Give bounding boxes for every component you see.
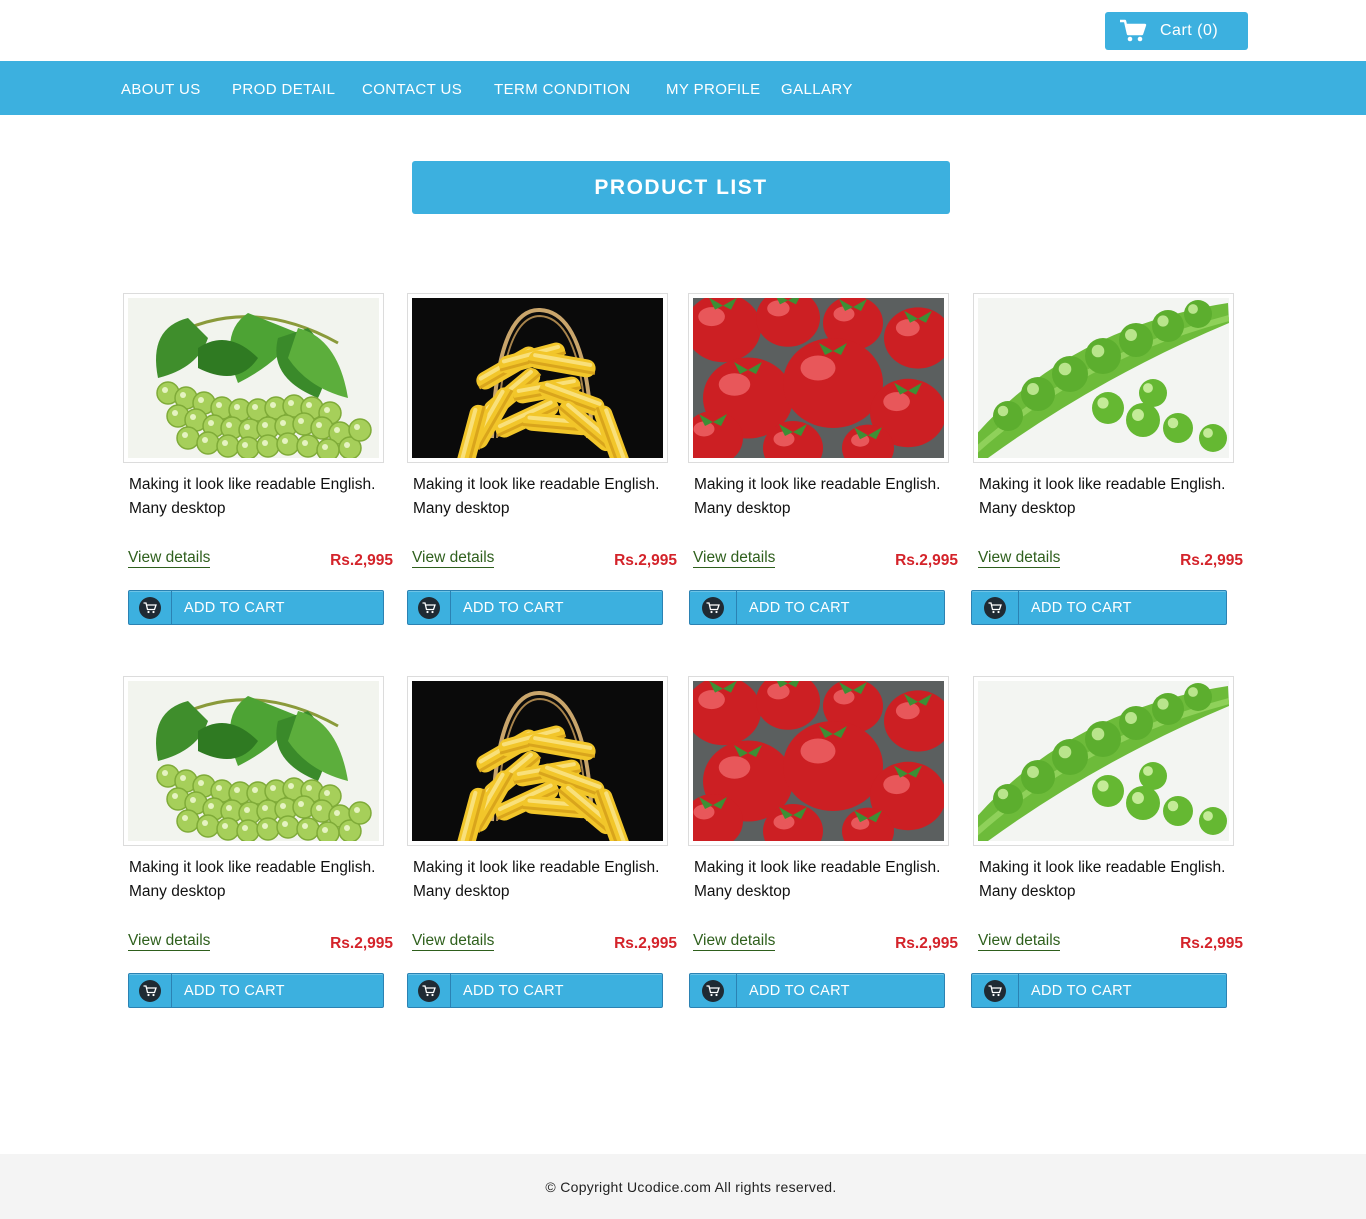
- product-price: Rs.2,995: [895, 935, 958, 952]
- cart-icon-box: [690, 974, 737, 1007]
- product-image-strawberries[interactable]: [693, 298, 944, 458]
- product-price: Rs.2,995: [330, 552, 393, 569]
- add-to-cart-button[interactable]: ADD TO CART: [971, 590, 1227, 625]
- product-description: Making it look like readable English. Ma…: [979, 859, 1226, 900]
- product-image-grapes[interactable]: [128, 298, 379, 458]
- product-description: Making it look like readable English. Ma…: [979, 476, 1226, 517]
- add-to-cart-button[interactable]: ADD TO CART: [128, 973, 384, 1008]
- product-image-frame[interactable]: [123, 293, 384, 463]
- add-to-cart-button[interactable]: ADD TO CART: [407, 973, 663, 1008]
- view-details-link[interactable]: View details: [412, 549, 495, 568]
- cart-icon: [418, 979, 440, 1002]
- product-image-frame[interactable]: [407, 676, 668, 846]
- product-image-peas[interactable]: [978, 298, 1229, 458]
- add-to-cart-label: ADD TO CART: [184, 599, 285, 616]
- product-image-frame[interactable]: [123, 676, 384, 846]
- product-image-frame[interactable]: [407, 293, 668, 463]
- add-to-cart-label: ADD TO CART: [1031, 982, 1132, 999]
- top-bar: Cart (0): [0, 0, 1366, 61]
- product-image-frame[interactable]: [688, 293, 949, 463]
- product-card: Making it look like readable English. Ma…: [971, 676, 1243, 1016]
- product-card: Making it look like readable English. Ma…: [407, 676, 677, 1016]
- product-image-frame[interactable]: [973, 676, 1234, 846]
- product-price: Rs.2,995: [1180, 935, 1243, 952]
- add-to-cart-label: ADD TO CART: [749, 982, 850, 999]
- product-card: Making it look like readable English. Ma…: [971, 293, 1243, 633]
- cart-icon-box: [129, 591, 172, 624]
- product-image-corn[interactable]: [412, 681, 663, 841]
- add-to-cart-label: ADD TO CART: [184, 982, 285, 999]
- product-price: Rs.2,995: [614, 552, 677, 569]
- product-description: Making it look like readable English. Ma…: [694, 476, 941, 517]
- cart-icon: [139, 596, 161, 619]
- add-to-cart-label: ADD TO CART: [463, 599, 564, 616]
- nav-item-prod-detail[interactable]: PROD DETAIL: [232, 81, 335, 98]
- product-image-grapes[interactable]: [128, 681, 379, 841]
- add-to-cart-button[interactable]: ADD TO CART: [689, 973, 945, 1008]
- product-price: Rs.2,995: [1180, 552, 1243, 569]
- cart-icon-box: [972, 974, 1019, 1007]
- add-to-cart-button[interactable]: ADD TO CART: [689, 590, 945, 625]
- product-description: Making it look like readable English. Ma…: [129, 476, 376, 517]
- shopping-cart-icon: [1120, 19, 1147, 42]
- product-image-strawberries[interactable]: [693, 681, 944, 841]
- view-details-link[interactable]: View details: [978, 932, 1061, 951]
- nav-item-my-profile[interactable]: MY PROFILE: [666, 81, 761, 98]
- cart-icon-box: [129, 974, 172, 1007]
- cart-icon: [418, 596, 440, 619]
- product-image-peas[interactable]: [978, 681, 1229, 841]
- product-price: Rs.2,995: [895, 552, 958, 569]
- product-description: Making it look like readable English. Ma…: [129, 859, 376, 900]
- view-details-link[interactable]: View details: [128, 932, 211, 951]
- product-card: Making it look like readable English. Ma…: [688, 293, 958, 633]
- cart-icon: [702, 596, 724, 619]
- nav-item-gallary[interactable]: GALLARY: [781, 81, 853, 98]
- product-price: Rs.2,995: [614, 935, 677, 952]
- product-image-corn[interactable]: [412, 298, 663, 458]
- cart-icon: [702, 979, 724, 1002]
- product-card: Making it look like readable English. Ma…: [123, 676, 393, 1016]
- add-to-cart-button[interactable]: ADD TO CART: [407, 590, 663, 625]
- cart-icon: [984, 596, 1006, 619]
- nav-item-about-us[interactable]: ABOUT US: [121, 81, 201, 98]
- cart-icon: [984, 979, 1006, 1002]
- cart-icon: [139, 979, 161, 1002]
- cart-icon-box: [972, 591, 1019, 624]
- product-price: Rs.2,995: [330, 935, 393, 952]
- product-image-frame[interactable]: [688, 676, 949, 846]
- cart-button[interactable]: Cart (0): [1105, 12, 1248, 50]
- product-image-frame[interactable]: [973, 293, 1234, 463]
- copyright-text: © Copyright Ucodice.com All rights reser…: [545, 1178, 837, 1195]
- cart-icon-box: [408, 974, 451, 1007]
- product-description: Making it look like readable English. Ma…: [413, 859, 660, 900]
- cart-label: Cart (0): [1160, 22, 1219, 39]
- add-to-cart-label: ADD TO CART: [1031, 599, 1132, 616]
- add-to-cart-button[interactable]: ADD TO CART: [128, 590, 384, 625]
- add-to-cart-label: ADD TO CART: [463, 982, 564, 999]
- cart-icon-box: [690, 591, 737, 624]
- nav-item-contact-us[interactable]: CONTACT US: [362, 81, 462, 98]
- product-description: Making it look like readable English. Ma…: [413, 476, 660, 517]
- product-card: Making it look like readable English. Ma…: [123, 293, 393, 633]
- view-details-link[interactable]: View details: [693, 932, 776, 951]
- view-details-link[interactable]: View details: [412, 932, 495, 951]
- footer: © Copyright Ucodice.com All rights reser…: [0, 1154, 1366, 1219]
- main-nav: ABOUT US PROD DETAIL CONTACT US TERM CON…: [0, 61, 1366, 115]
- add-to-cart-button[interactable]: ADD TO CART: [971, 973, 1227, 1008]
- nav-item-term-condition[interactable]: TERM CONDITION: [494, 81, 630, 98]
- page-title: PRODUCT LIST: [412, 161, 950, 214]
- product-card: Making it look like readable English. Ma…: [688, 676, 958, 1016]
- product-card: Making it look like readable English. Ma…: [407, 293, 677, 633]
- view-details-link[interactable]: View details: [693, 549, 776, 568]
- view-details-link[interactable]: View details: [128, 549, 211, 568]
- view-details-link[interactable]: View details: [978, 549, 1061, 568]
- cart-icon-box: [408, 591, 451, 624]
- add-to-cart-label: ADD TO CART: [749, 599, 850, 616]
- product-description: Making it look like readable English. Ma…: [694, 859, 941, 900]
